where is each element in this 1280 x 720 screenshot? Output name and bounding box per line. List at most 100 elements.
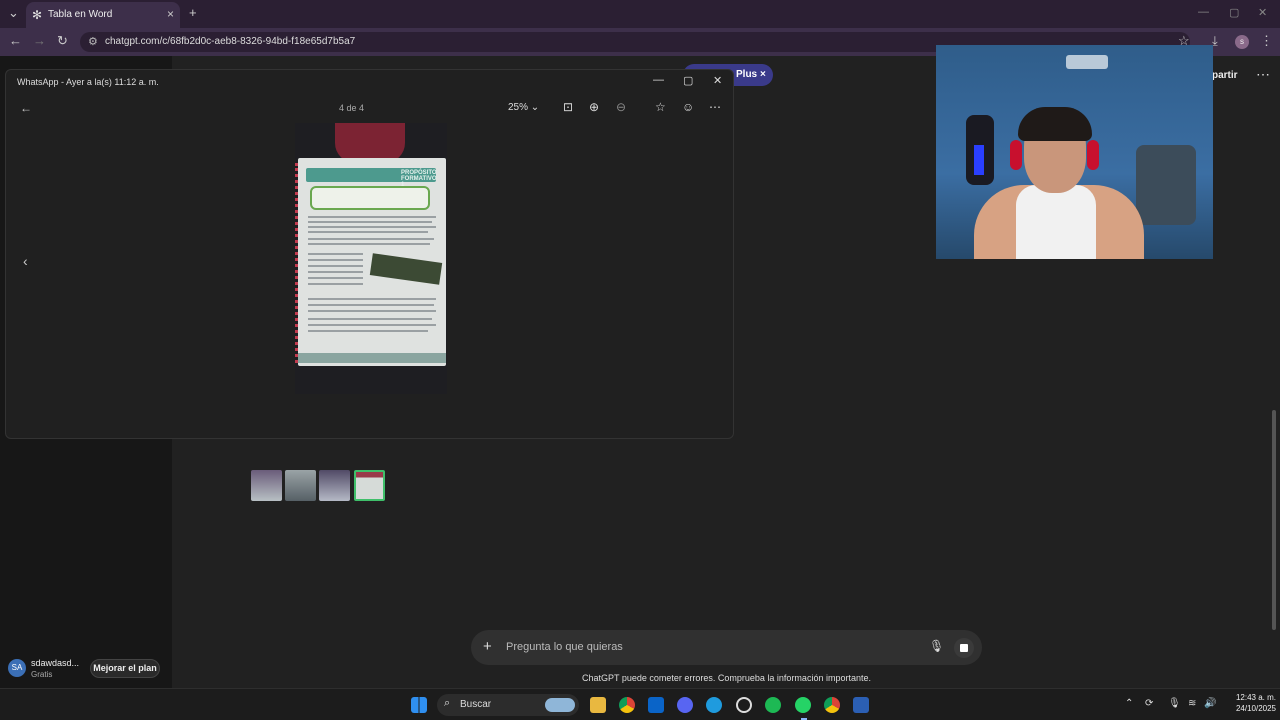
thumbnail-4-selected[interactable]	[354, 470, 385, 501]
close-badge-icon[interactable]: ×	[760, 69, 766, 80]
text-line	[308, 271, 363, 273]
headphone-right	[1087, 140, 1099, 170]
viewer-maximize-icon[interactable]: ▢	[683, 74, 693, 87]
text-line	[308, 324, 436, 326]
outlook-icon[interactable]	[648, 697, 664, 713]
previous-image-icon[interactable]: ‹	[23, 253, 28, 269]
tab-title: Tabla en Word	[48, 9, 113, 20]
chrome-icon[interactable]	[619, 697, 635, 713]
profile-avatar[interactable]: s	[1235, 35, 1249, 49]
studio-microphone	[966, 115, 994, 185]
chatgpt-app-icon[interactable]	[736, 697, 752, 713]
back-icon[interactable]: ←	[9, 33, 22, 48]
headphone-left	[1010, 140, 1022, 170]
text-line	[308, 310, 436, 312]
site-info-icon[interactable]: ⚙	[88, 35, 98, 48]
wifi-icon[interactable]: ≋	[1188, 698, 1196, 709]
photo-icon-strip	[298, 353, 446, 363]
person-shirt	[1016, 185, 1096, 259]
sync-icon[interactable]: ⟳	[1145, 698, 1153, 709]
zoom-value: 25%	[508, 102, 529, 113]
microphone-icon[interactable]: 🎙	[929, 639, 944, 653]
thumbnail-2[interactable]	[285, 470, 316, 501]
text-line	[308, 304, 434, 306]
new-tab-icon[interactable]: +	[189, 5, 197, 20]
close-window-icon[interactable]: ✕	[1258, 6, 1267, 19]
viewer-more-icon[interactable]: ⋯	[709, 100, 721, 114]
word-icon[interactable]	[853, 697, 869, 713]
taskbar-search[interactable]: ⌕ Buscar	[437, 694, 579, 716]
upgrade-plan-button[interactable]: Mejorar el plan	[90, 659, 160, 678]
tray-mic-icon[interactable]: 🎙	[1168, 698, 1181, 709]
text-line	[308, 243, 430, 245]
text-line	[308, 238, 434, 240]
actual-size-icon[interactable]: ⊡	[563, 100, 573, 114]
stop-button[interactable]	[954, 638, 974, 658]
thumbnail-3[interactable]	[319, 470, 350, 501]
maximize-icon[interactable]: ▢	[1229, 6, 1239, 19]
show-hidden-icons-icon[interactable]: ⌃	[1125, 698, 1133, 709]
react-emoji-icon[interactable]: ☺	[682, 100, 694, 114]
whatsapp-media-viewer: WhatsApp - Ayer a la(s) 11:12 a. m. — ▢ …	[5, 69, 734, 501]
user-plan: Gratis	[31, 670, 53, 679]
close-tab-icon[interactable]: ×	[167, 7, 174, 21]
person-hair	[1018, 107, 1092, 141]
zoom-level[interactable]: 25% ⌄	[508, 102, 539, 113]
minimize-icon[interactable]: —	[1198, 6, 1209, 18]
spotify-icon[interactable]	[765, 697, 781, 713]
photo-page-header: PROPÓSITO FORMATIVO 1	[306, 168, 437, 188]
viewer-close-icon[interactable]: ✕	[713, 74, 722, 87]
search-icon: ⌕	[444, 697, 451, 709]
reload-icon[interactable]: ↻	[57, 33, 68, 49]
browser-tab-bar: ⌄ ✻ Tabla en Word × + — ▢ ✕	[0, 0, 1280, 28]
start-windows-icon[interactable]	[411, 697, 427, 713]
clock[interactable]: 12:43 a. m. 24/10/2025	[1218, 692, 1276, 714]
browser-tab[interactable]: ✻ Tabla en Word ×	[26, 2, 180, 28]
scrollbar[interactable]	[1272, 410, 1276, 630]
photo-red-object	[335, 123, 405, 163]
share-button[interactable]: partir	[1212, 70, 1238, 81]
more-options-icon[interactable]: ⋯	[1256, 66, 1270, 83]
add-attachment-icon[interactable]: +	[483, 638, 492, 655]
viewer-back-icon[interactable]: ←	[20, 101, 32, 115]
whatsapp-icon[interactable]	[795, 697, 811, 713]
forward-icon[interactable]: →	[33, 33, 46, 48]
ram-module-image	[369, 253, 443, 285]
weather-cloud-icon	[545, 698, 575, 712]
photo-green-box	[310, 186, 430, 210]
air-conditioner	[1066, 55, 1108, 69]
discord-icon[interactable]	[677, 697, 693, 713]
user-name[interactable]: sdawdasd...	[31, 658, 79, 668]
document-photo: PROPÓSITO FORMATIVO 1	[295, 123, 447, 394]
notebook-spiral	[295, 163, 299, 363]
user-avatar[interactable]: SA	[8, 659, 26, 677]
zoom-in-icon[interactable]: ⊕	[589, 100, 599, 114]
composer-input[interactable]: Pregunta lo que quieras	[506, 641, 623, 653]
webcam-overlay	[936, 45, 1213, 259]
plus-badge-label: Plus	[736, 69, 758, 80]
volume-icon[interactable]: 🔊	[1204, 698, 1216, 709]
chrome-profile-icon[interactable]	[824, 697, 840, 713]
text-line	[308, 283, 363, 285]
file-explorer-icon[interactable]	[590, 697, 606, 713]
text-line	[308, 216, 436, 218]
text-line	[308, 226, 436, 228]
tab-search-icon[interactable]: ⌄	[8, 5, 19, 21]
viewer-title: WhatsApp - Ayer a la(s) 11:12 a. m.	[17, 77, 159, 87]
text-line	[308, 298, 436, 300]
text-line	[308, 231, 428, 233]
image-counter: 4 de 4	[339, 103, 365, 113]
browser-menu-icon[interactable]: ⋮	[1260, 33, 1273, 49]
text-line	[308, 318, 432, 320]
stop-icon	[960, 644, 968, 652]
clock-time: 12:43 a. m.	[1235, 693, 1276, 702]
star-icon[interactable]: ☆	[655, 100, 666, 114]
text-line	[308, 265, 363, 267]
edge-icon[interactable]	[706, 697, 722, 713]
viewer-minimize-icon[interactable]: —	[653, 74, 664, 86]
message-composer[interactable]: + Pregunta lo que quieras 🎙	[471, 630, 982, 665]
search-label: Buscar	[460, 699, 492, 710]
url-text: chatgpt.com/c/68fb2d0c-aeb8-8326-94bd-f1…	[105, 36, 356, 47]
thumbnail-1[interactable]	[251, 470, 282, 501]
zoom-out-icon[interactable]: ⊖	[616, 100, 626, 114]
